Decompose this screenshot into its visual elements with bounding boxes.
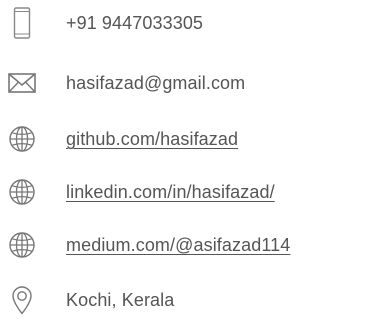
location-pin-icon (6, 285, 38, 315)
contact-row-medium: medium.com/@asifazad114 (0, 228, 369, 262)
medium-link[interactable]: medium.com/@asifazad114 (66, 233, 290, 257)
contact-row-linkedin: linkedin.com/in/hasifazad/ (0, 175, 369, 209)
phone-number: +91 9447033305 (66, 13, 204, 33)
contact-row-phone: +91 9447033305 (0, 6, 369, 40)
github-link[interactable]: github.com/hasifazad (66, 127, 238, 151)
contact-row-email: hasifazad@gmail.com (0, 66, 369, 100)
envelope-icon (6, 68, 38, 98)
smartphone-icon (6, 7, 38, 39)
email-address: hasifazad@gmail.com (66, 73, 246, 93)
contact-row-github: github.com/hasifazad (0, 122, 369, 156)
globe-icon (6, 230, 38, 260)
linkedin-link[interactable]: linkedin.com/in/hasifazad/ (66, 180, 275, 204)
globe-icon (6, 124, 38, 154)
contact-row-location: Kochi, Kerala (0, 283, 369, 317)
location-text: Kochi, Kerala (66, 290, 175, 310)
globe-icon (6, 177, 38, 207)
